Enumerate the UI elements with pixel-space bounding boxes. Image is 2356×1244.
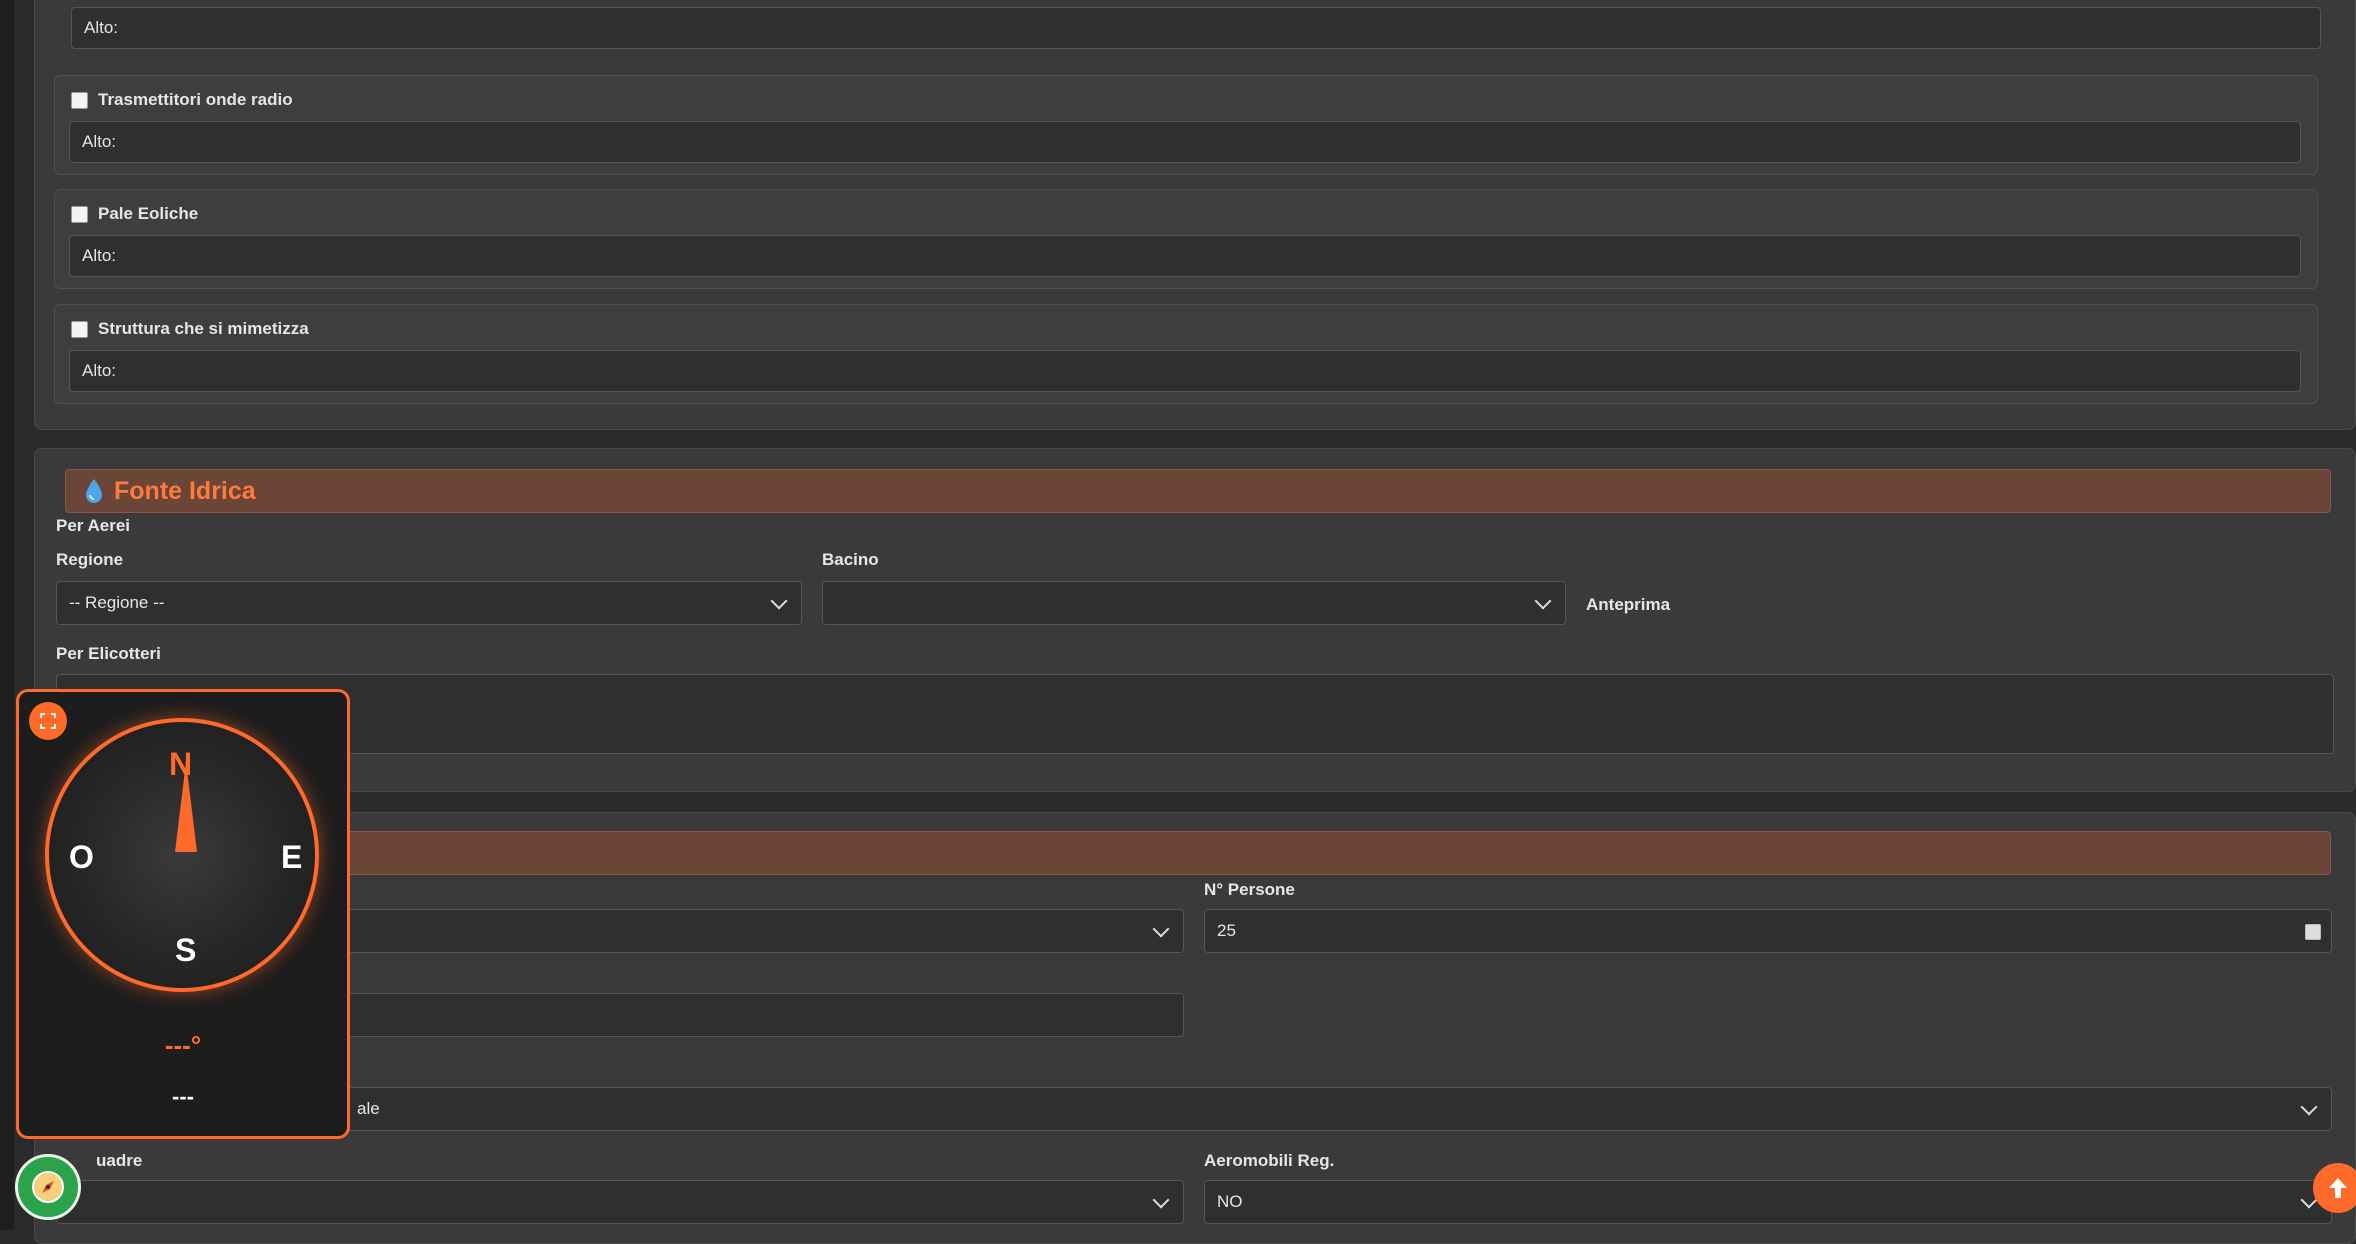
checkbox[interactable] (71, 320, 88, 338)
resources-banner (65, 831, 2331, 875)
heading-readout: ---° (164, 1030, 202, 1060)
regione-label: Regione (56, 550, 124, 569)
left-rail (0, 0, 14, 1230)
checkbox-row[interactable]: Pale Eoliche (71, 204, 198, 224)
per-elicotteri-textarea[interactable] (56, 674, 2334, 754)
regione-value: -- Regione -- (69, 593, 165, 612)
obstacle-radio-transmitters: Trasmettitori onde radio Alto: (54, 75, 2318, 175)
stepper-icon[interactable] (2305, 924, 2321, 940)
alto-field[interactable]: Alto: (69, 121, 2301, 163)
aeromobili-value: NO (1217, 1192, 1243, 1211)
west-label: O (69, 839, 94, 875)
east-label: E (281, 839, 303, 875)
anteprima-link[interactable]: Anteprima (1586, 595, 1670, 615)
wide-select-value: ale (357, 1099, 380, 1118)
compass-status: --- (172, 1084, 194, 1109)
chevron-down-icon (1534, 592, 1552, 610)
checkbox[interactable] (71, 205, 88, 223)
alto-field[interactable]: Alto: (69, 235, 2301, 277)
compass-toggle-button[interactable] (15, 1154, 81, 1220)
chevron-down-icon (770, 592, 788, 610)
alto-label: Alto: (82, 246, 117, 265)
squadre-select[interactable] (56, 1180, 1184, 1224)
compass-panel: N E S O ---° --- (16, 689, 350, 1139)
chevron-down-icon (1152, 1191, 1170, 1209)
persone-label: N° Persone (1204, 880, 1295, 899)
checkbox-label: Struttura che si mimetizza (98, 319, 309, 338)
checkbox-label: Trasmettitori onde radio (98, 90, 293, 109)
expand-button[interactable] (29, 702, 67, 740)
compass-dial: N E S O (45, 718, 319, 992)
persone-input[interactable]: 25 (1204, 909, 2332, 953)
squadre-label: uadre (96, 1151, 143, 1170)
checkbox[interactable] (71, 91, 88, 109)
water-source-title: Fonte Idrica (114, 476, 256, 505)
regione-select[interactable]: -- Regione -- (56, 581, 802, 625)
chevron-down-icon (1152, 920, 1170, 938)
alto-label: Alto: (82, 132, 117, 151)
expand-icon (40, 713, 56, 729)
south-label: S (175, 932, 197, 968)
aeromobili-label: Aeromobili Reg. (1204, 1151, 1335, 1170)
compass-needle (175, 762, 197, 852)
persone-value: 25 (1217, 921, 1236, 940)
alto-label: Alto: (84, 18, 119, 37)
checkbox-label: Pale Eoliche (98, 204, 199, 223)
bacino-label: Bacino (822, 550, 879, 569)
bacino-select[interactable] (822, 581, 1566, 625)
checkbox-row[interactable]: Trasmettitori onde radio (71, 90, 293, 110)
droplet-icon (86, 479, 102, 503)
water-source-banner: Fonte Idrica (65, 469, 2331, 513)
per-aerei-label: Per Aerei (56, 516, 131, 535)
scroll-top-button[interactable] (2313, 1163, 2356, 1213)
chevron-down-icon (2300, 1098, 2318, 1116)
per-elicotteri-label: Per Elicotteri (56, 644, 161, 663)
arrow-up-icon (2329, 1178, 2347, 1198)
compass-icon (32, 1171, 64, 1203)
wide-select[interactable]: ale (56, 1087, 2332, 1131)
obstacle-camouflaged-structure: Struttura che si mimetizza Alto: (54, 304, 2318, 404)
alto-label: Alto: (82, 361, 117, 380)
alto-field[interactable]: Alto: (69, 350, 2301, 392)
alto-field-top[interactable]: Alto: (71, 7, 2321, 49)
obstacle-wind-turbines: Pale Eoliche Alto: (54, 189, 2318, 289)
aeromobili-select[interactable]: NO (1204, 1180, 2332, 1224)
checkbox-row[interactable]: Struttura che si mimetizza (71, 319, 309, 339)
